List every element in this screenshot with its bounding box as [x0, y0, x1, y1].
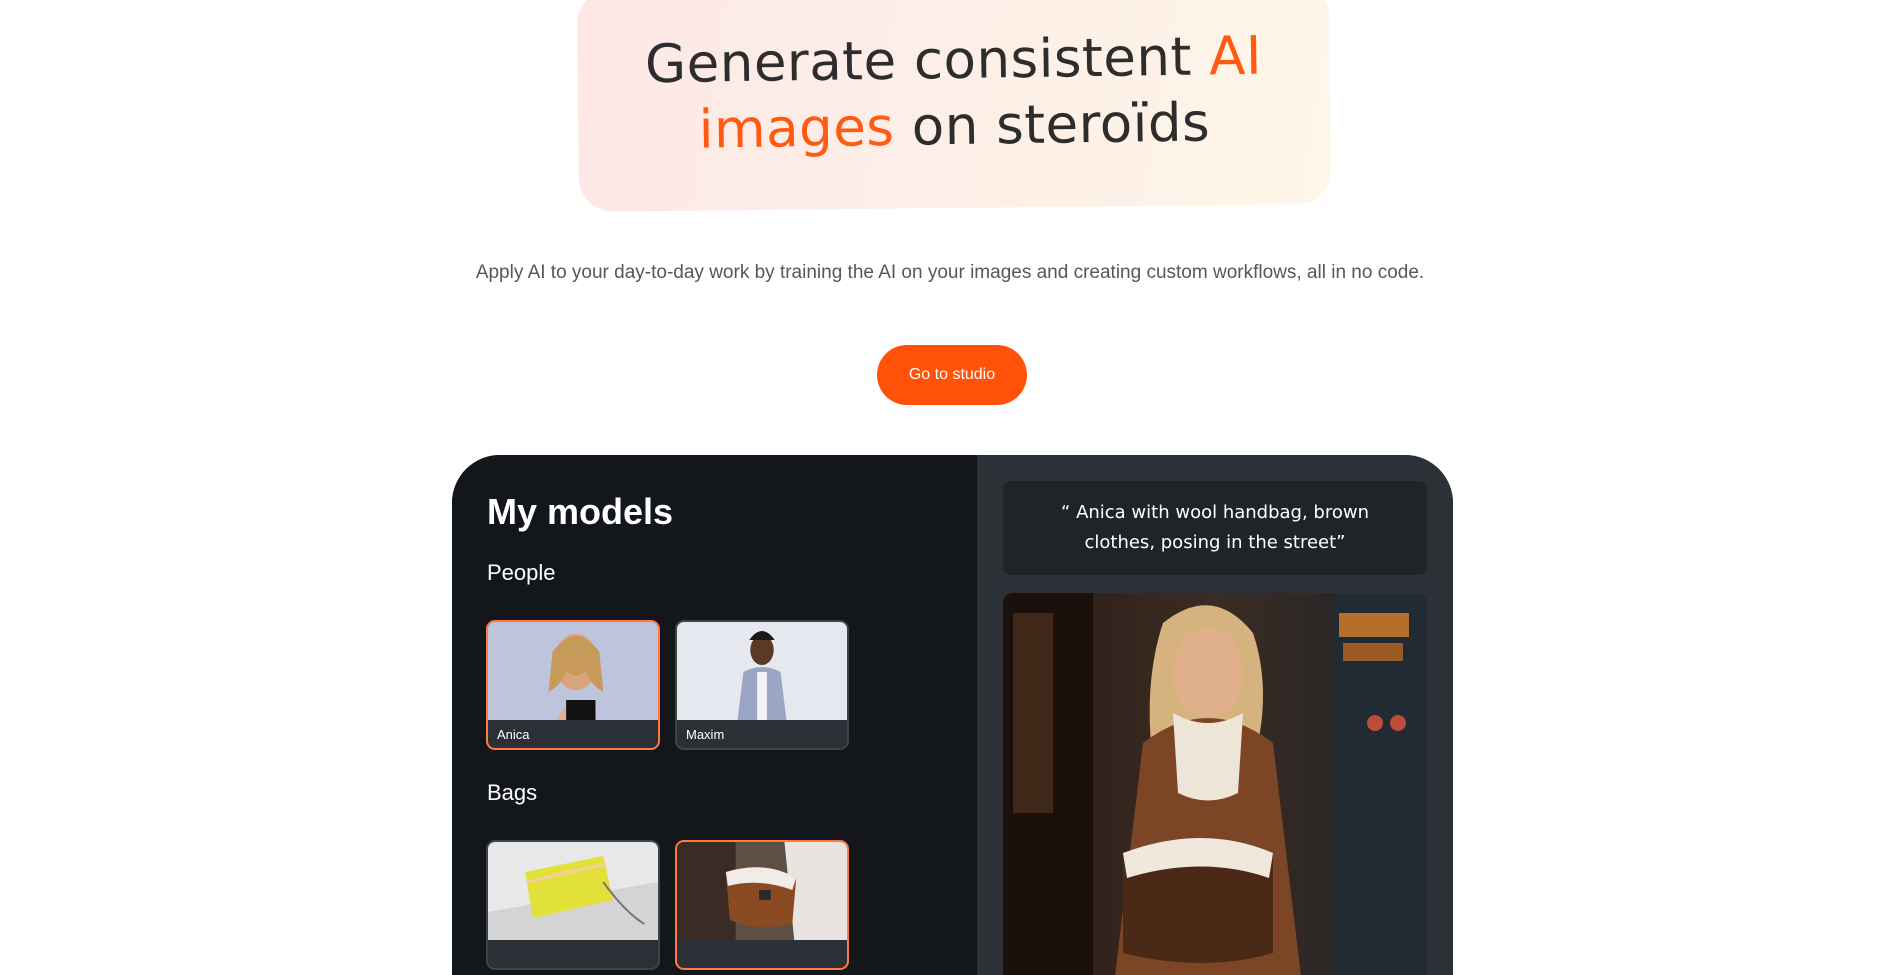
section-label-people: People — [487, 560, 556, 585]
go-to-studio-button[interactable]: Go to studio — [877, 345, 1027, 405]
models-title: My models — [487, 491, 674, 532]
hero-title-part1: Generate consistent — [644, 26, 1210, 96]
brown-bag-photo — [677, 842, 847, 940]
yellow-bag-photo — [488, 842, 658, 940]
generated-image — [1003, 593, 1427, 975]
model-card-maxim[interactable]: Maxim — [675, 620, 849, 750]
hero-title-accent-ai: AI — [1208, 25, 1263, 88]
models-panel: My models People Anica Maxim Bags — [452, 455, 977, 975]
generation-panel: “ Anica with wool handbag, brown clothes… — [977, 455, 1453, 975]
model-card-anica[interactable]: Anica — [486, 620, 660, 750]
hero-title-part2: on steroïds — [894, 92, 1211, 158]
hero-title: Generate consistent AI images on steroïd… — [577, 23, 1331, 165]
demo-panel: My models People Anica Maxim Bags “ Anic… — [452, 455, 1453, 975]
hero-title-accent-images: images — [698, 96, 895, 161]
anica-photo — [488, 622, 658, 720]
section-label-bags: Bags — [487, 780, 538, 805]
model-name-anica: Anica — [497, 727, 530, 742]
model-name-maxim: Maxim — [686, 727, 725, 742]
prompt-text: “ Anica with wool handbag, brown clothes… — [1003, 481, 1427, 575]
hero-subtitle: Apply AI to your day-to-day work by trai… — [475, 262, 1425, 283]
bag-card-yellow[interactable] — [486, 840, 660, 970]
bag-card-brown[interactable] — [675, 840, 849, 970]
maxim-photo — [677, 622, 847, 720]
